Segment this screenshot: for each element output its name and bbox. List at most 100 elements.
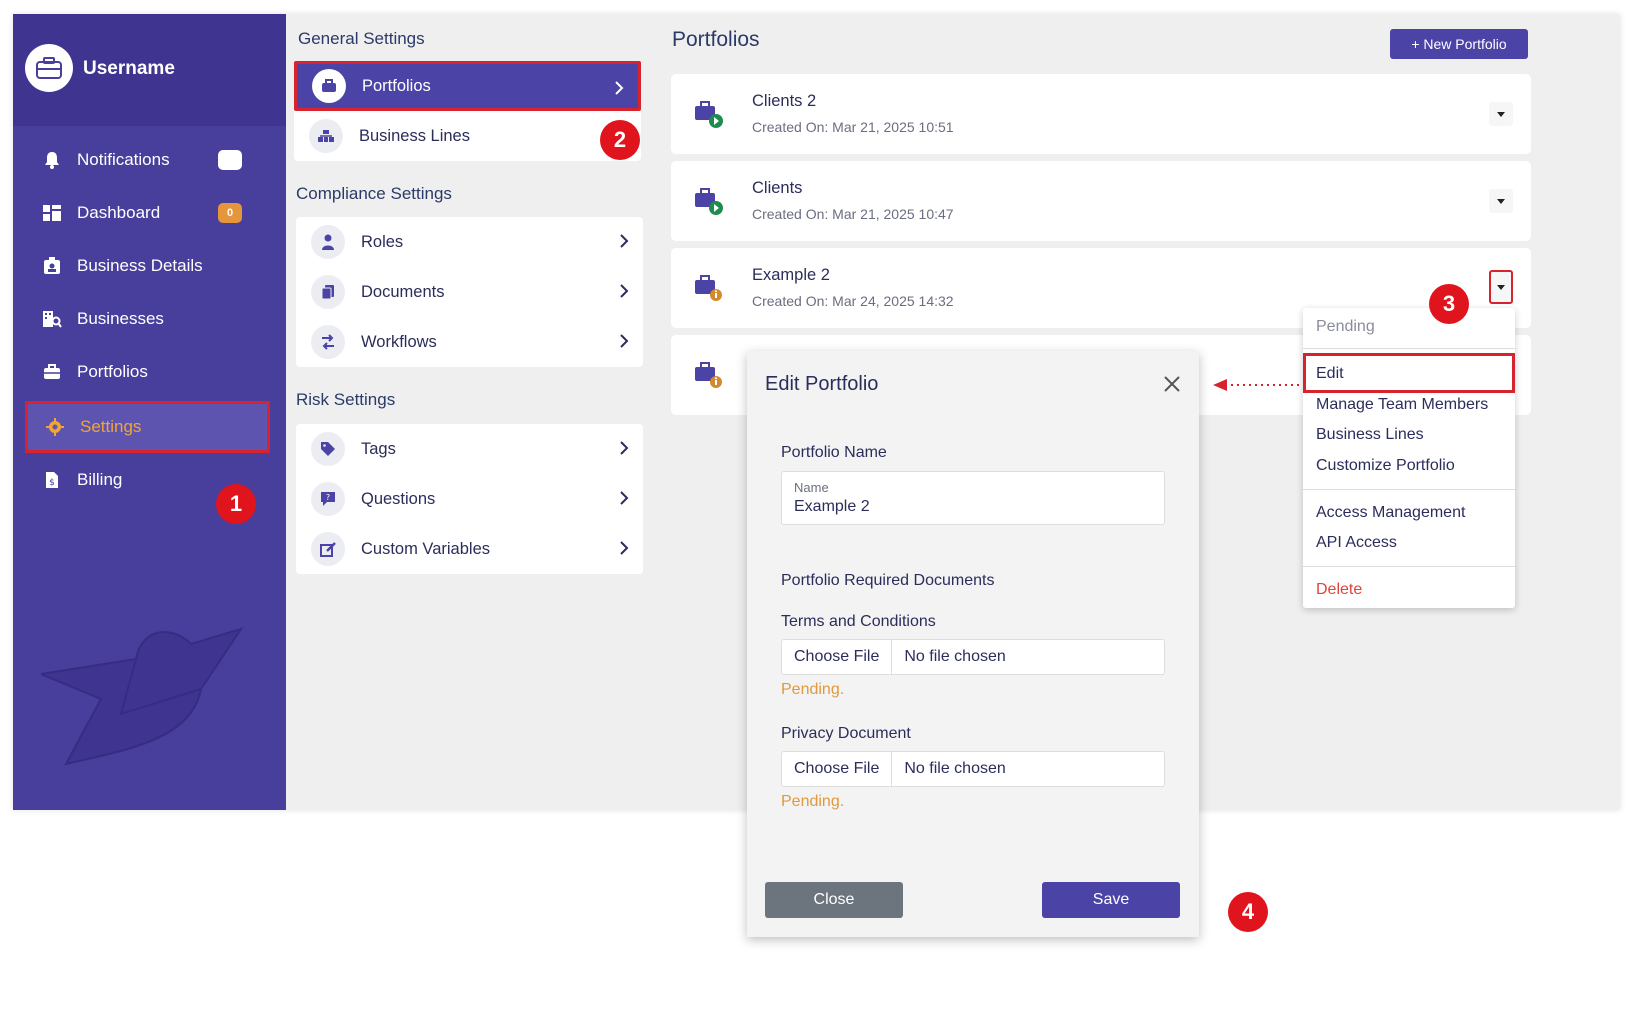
save-button[interactable]: Save [1042, 882, 1180, 918]
documents-icon [311, 275, 345, 309]
settings-item-roles[interactable]: Roles [296, 217, 643, 267]
terms-label: Terms and Conditions [781, 613, 936, 630]
menu-item-customize-portfolio[interactable]: Customize Portfolio [1316, 457, 1455, 475]
chevron-right-icon [620, 441, 629, 455]
chevron-right-icon [615, 81, 624, 95]
settings-item-tags[interactable]: Tags [296, 424, 643, 474]
terms-pending-status: Pending. [781, 681, 845, 698]
privacy-label: Privacy Document [781, 725, 911, 742]
portfolio-dropdown-toggle[interactable] [1489, 270, 1513, 304]
sidebar-item-label: Portfolios [77, 362, 148, 381]
menu-item-api-access[interactable]: API Access [1316, 534, 1397, 552]
modal-title: Edit Portfolio [765, 373, 879, 395]
sidebar-item-dashboard[interactable]: Dashboard 0 [25, 187, 270, 239]
page-title: Portfolios [672, 28, 760, 51]
settings-item-label: Custom Variables [361, 539, 490, 558]
portfolio-created: Created On: Mar 21, 2025 10:47 [752, 206, 954, 222]
portfolio-created: Created On: Mar 21, 2025 10:51 [752, 119, 954, 135]
caret-down-icon [1497, 284, 1505, 290]
caret-down-icon [1497, 198, 1505, 204]
sidebar-item-label: Dashboard [77, 203, 161, 222]
sidebar-item-portfolios[interactable]: Portfolios [25, 346, 270, 398]
briefcase-icon [41, 361, 63, 383]
menu-item-edit[interactable]: Edit [1316, 365, 1344, 383]
sidebar: Username Notifications Dashboard 0 Busin… [13, 14, 286, 810]
menu-divider [1303, 489, 1515, 490]
svg-text:$: $ [49, 478, 55, 488]
portfolio-card[interactable]: Clients Created On: Mar 21, 2025 10:47 [671, 161, 1531, 241]
settings-item-label: Workflows [361, 332, 437, 351]
tag-icon [311, 432, 345, 466]
portfolio-pending-icon [695, 275, 722, 301]
general-settings-card: Portfolios Business Lines [294, 61, 641, 161]
settings-item-questions[interactable]: ? Questions [296, 474, 643, 524]
close-button[interactable]: Close [765, 882, 903, 918]
notification-badge [218, 150, 242, 170]
menu-item-business-lines[interactable]: Business Lines [1316, 426, 1424, 444]
bell-icon [41, 149, 63, 171]
portfolio-dropdown-toggle[interactable] [1489, 102, 1513, 126]
settings-item-label: Tags [361, 439, 396, 458]
menu-divider [1303, 566, 1515, 567]
close-icon[interactable] [1163, 375, 1181, 393]
terms-file-input[interactable]: Choose File No file chosen [781, 639, 1165, 675]
briefcase-icon [312, 69, 346, 103]
portfolio-name-field[interactable]: Name Example 2 [781, 471, 1165, 525]
settings-item-documents[interactable]: Documents [296, 267, 643, 317]
username[interactable]: Username [83, 58, 175, 80]
sidebar-item-label: Billing [77, 470, 123, 489]
portfolio-name: Clients [752, 179, 803, 197]
edit-icon [311, 532, 345, 566]
sidebar-item-businesses[interactable]: Businesses [25, 293, 270, 345]
building-search-icon [41, 308, 63, 330]
sidebar-item-settings[interactable]: Settings [25, 401, 270, 453]
settings-item-label: Documents [361, 282, 445, 301]
question-icon: ? [311, 482, 345, 516]
settings-item-portfolios[interactable]: Portfolios [294, 61, 641, 111]
compliance-settings-title: Compliance Settings [296, 184, 452, 203]
chevron-right-icon [620, 541, 629, 555]
portfolio-card[interactable]: Clients 2 Created On: Mar 21, 2025 10:51 [671, 74, 1531, 154]
settings-item-workflows[interactable]: Workflows [296, 317, 643, 367]
workflow-icon [311, 325, 345, 359]
settings-item-label: Business Lines [359, 126, 470, 145]
name-value: Example 2 [794, 498, 870, 515]
sidebar-item-business-details[interactable]: Business Details [25, 240, 270, 292]
svg-text:?: ? [326, 493, 330, 502]
file-status: No file chosen [904, 760, 1006, 777]
privacy-pending-status: Pending. [781, 793, 845, 810]
menu-item-manage-team-members[interactable]: Manage Team Members [1316, 396, 1488, 414]
portfolio-name: Example 2 [752, 266, 830, 284]
risk-settings-title: Risk Settings [296, 390, 396, 409]
sidebar-item-label: Notifications [77, 150, 170, 169]
menu-item-delete[interactable]: Delete [1316, 581, 1362, 599]
portfolio-dropdown-toggle[interactable] [1489, 189, 1513, 213]
caret-down-icon [1497, 111, 1505, 117]
dashboard-badge: 0 [218, 203, 242, 223]
choose-file-button[interactable]: Choose File [782, 640, 893, 674]
dotted-arrow-icon [1213, 379, 1303, 391]
portfolio-created: Created On: Mar 24, 2025 14:32 [752, 293, 954, 309]
portfolio-pending-icon [695, 362, 722, 388]
avatar[interactable] [25, 44, 73, 92]
general-settings-title: General Settings [298, 29, 425, 48]
menu-item-access-management[interactable]: Access Management [1316, 504, 1465, 522]
privacy-file-input[interactable]: Choose File No file chosen [781, 751, 1165, 787]
new-portfolio-button[interactable]: + New Portfolio [1390, 29, 1528, 59]
sidebar-item-notifications[interactable]: Notifications [25, 134, 270, 186]
settings-item-custom-variables[interactable]: Custom Variables [296, 524, 643, 574]
settings-item-business-lines[interactable]: Business Lines [294, 111, 641, 161]
step-marker-3: 3 [1429, 284, 1469, 324]
gear-icon [44, 416, 66, 438]
step-marker-1: 1 [216, 484, 256, 524]
compliance-settings-card: Roles Documents Workflows [296, 217, 643, 367]
bird-logo-icon [41, 627, 244, 766]
edit-portfolio-modal: Edit Portfolio Portfolio Name Name Examp… [747, 351, 1199, 937]
dashboard-icon [41, 202, 63, 224]
required-documents-label: Portfolio Required Documents [781, 572, 995, 589]
sidebar-item-label: Business Details [77, 256, 203, 275]
settings-item-label: Portfolios [362, 76, 431, 95]
choose-file-button[interactable]: Choose File [782, 752, 893, 786]
portfolio-name: Clients 2 [752, 92, 817, 110]
chevron-right-icon [620, 491, 629, 505]
